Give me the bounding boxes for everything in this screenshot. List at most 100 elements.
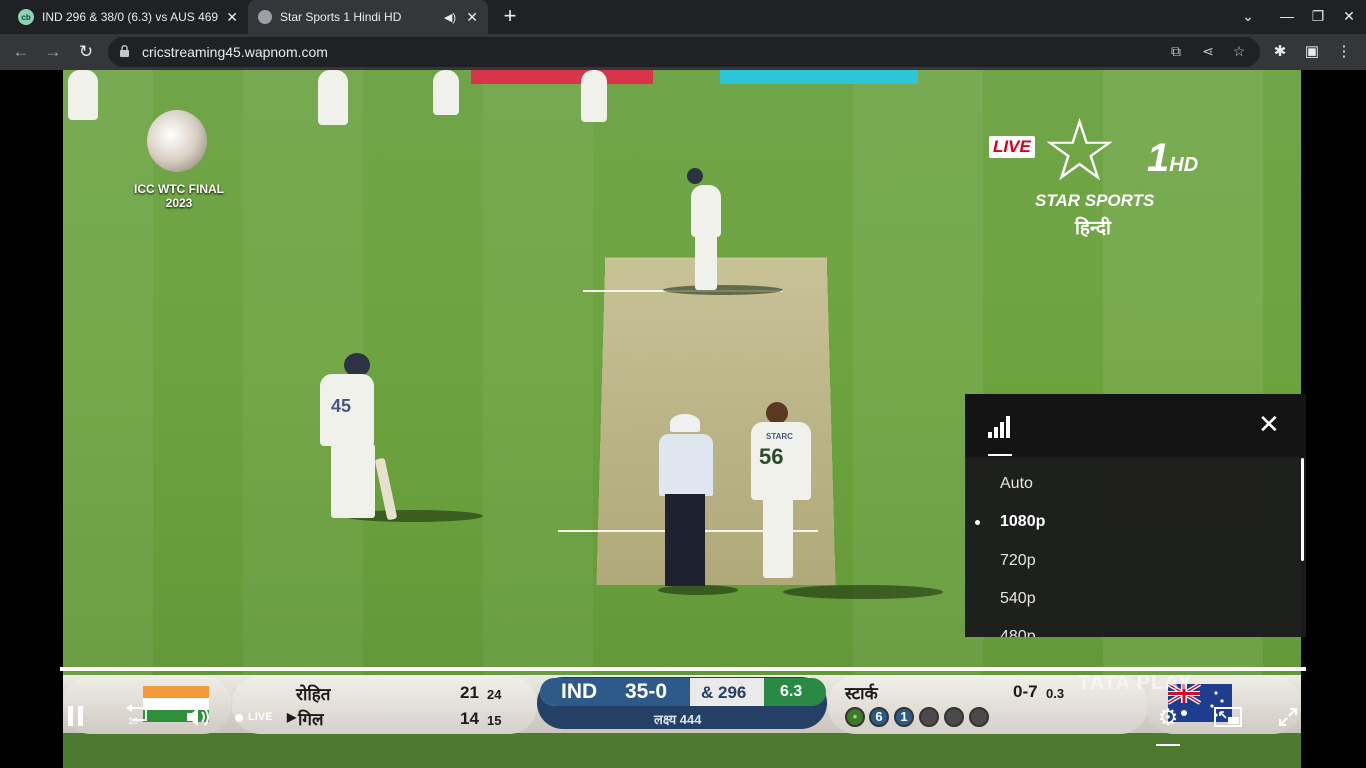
pause-button[interactable] [68, 706, 86, 728]
side-panel-icon[interactable]: ▣ [1302, 42, 1322, 60]
channel-digit: 1 [1147, 136, 1170, 180]
pause-bar [78, 706, 83, 726]
close-tab-icon[interactable]: ✕ [466, 9, 478, 26]
volume-button[interactable] [186, 706, 212, 728]
batter-helmet [687, 168, 703, 184]
grass-stripe [63, 70, 153, 768]
batter-balls: 24 [487, 687, 502, 702]
quality-option-auto[interactable]: Auto [965, 465, 1300, 503]
extensions-icon[interactable]: ✱ [1270, 42, 1290, 60]
new-tab-button[interactable]: + [498, 5, 522, 29]
rewind-seconds: 10 [128, 716, 139, 726]
channel-language: हिन्दी [1075, 218, 1111, 239]
tab-title: IND 296 & 38/0 (6.3) vs AUS 469 [42, 10, 218, 24]
volume-icon [187, 708, 209, 726]
translate-icon[interactable]: ⧉ [1167, 43, 1185, 60]
option-label: Auto [1000, 475, 1033, 492]
boundary-advert [471, 70, 653, 84]
restore-icon[interactable]: ❐ [1308, 8, 1328, 25]
grass-stripe [853, 70, 983, 768]
batter-pads [695, 232, 717, 290]
rewind-10-button[interactable]: 10 [124, 704, 152, 730]
quality-option-1080p[interactable]: 1080p [965, 503, 1300, 541]
strike-indicator-icon: ▶ [287, 710, 297, 724]
batter-name: रोहित [296, 685, 331, 704]
option-label: 540p [1000, 590, 1036, 607]
cricbuzz-favicon-icon: cb [18, 9, 34, 25]
option-label: 480p [1000, 628, 1036, 637]
player-shadow [783, 585, 943, 599]
globe-icon [258, 10, 272, 24]
live-indicator-icon [235, 714, 243, 722]
event-logo-text: ICC WTC FINAL 2023 [134, 182, 224, 210]
quality-option-540p[interactable]: 540p [965, 580, 1300, 618]
batter-runs: 14 [460, 709, 479, 728]
channel-name: STAR SPORTS [1035, 191, 1155, 210]
quality-menu: ✕ Auto 1080p 720p 540p 480p [965, 394, 1306, 637]
ball-dot: • [845, 707, 865, 727]
fielder [68, 70, 98, 120]
umpire [659, 434, 713, 496]
quality-option-720p[interactable]: 720p [965, 542, 1300, 580]
fielder [318, 70, 348, 125]
ball-six: 6 [869, 707, 889, 727]
live-label[interactable]: LIVE [248, 711, 272, 723]
minimize-icon[interactable]: — [1277, 8, 1297, 24]
fullscreen-button[interactable] [1278, 707, 1298, 727]
reload-icon[interactable]: ↻ [75, 41, 97, 63]
batter-pads [331, 444, 375, 518]
ball-empty [969, 707, 989, 727]
team-score: 35-0 [625, 680, 668, 703]
batter-balls: 15 [487, 713, 502, 728]
back-icon[interactable]: ← [10, 41, 32, 63]
tab-star-sports[interactable]: Star Sports 1 Hindi HD ◀) ✕ [248, 0, 488, 34]
bowler-overs: 0.3 [1046, 686, 1065, 701]
forward-icon[interactable]: → [42, 41, 64, 63]
bowler-head [766, 402, 788, 424]
ball-empty [919, 707, 939, 727]
browser-toolbar: ← → ↻ cricstreaming45.wapnom.com ⧉ ⋖ ☆ ✱… [0, 34, 1366, 70]
tab-underline [988, 454, 1012, 456]
bookmark-star-icon[interactable]: ☆ [1230, 43, 1248, 60]
url-text: cricstreaming45.wapnom.com [142, 44, 328, 60]
jersey-number: 45 [331, 396, 352, 416]
speaker-icon[interactable]: ◀) [444, 11, 456, 24]
tata-play-watermark: TATA PLAY [1078, 672, 1193, 694]
umpire-trousers [665, 494, 705, 586]
fielder [581, 70, 607, 122]
settings-button[interactable]: ⚙ [1156, 705, 1180, 729]
live-badge: LIVE [989, 136, 1035, 158]
quality-menu-header: ✕ [965, 394, 1306, 457]
ball-single: 1 [894, 707, 914, 727]
channel-number: 1HD [1147, 136, 1198, 181]
fielder [433, 70, 459, 115]
share-icon[interactable]: ⋖ [1199, 43, 1217, 60]
ball-empty [944, 707, 964, 727]
jersey-number: 56 [759, 444, 784, 469]
picture-in-picture-button[interactable] [1214, 707, 1242, 727]
first-innings-score: & 296 [701, 683, 747, 702]
tab-cricbuzz[interactable]: cb IND 296 & 38/0 (6.3) vs AUS 469 ✕ [8, 0, 248, 34]
option-label: 1080p [1000, 513, 1046, 530]
boundary-advert [720, 70, 918, 84]
pause-bar [68, 706, 73, 726]
close-tab-icon[interactable]: ✕ [226, 9, 238, 26]
grass-stripe [483, 70, 593, 768]
lock-icon [120, 45, 129, 57]
close-window-icon[interactable]: ✕ [1339, 8, 1359, 25]
close-icon[interactable]: ✕ [1258, 409, 1280, 439]
menu-icon[interactable]: ⋮ [1334, 42, 1354, 60]
team-code: IND [561, 680, 598, 703]
menu-scrollbar[interactable] [1301, 458, 1304, 561]
tab-search-icon[interactable]: ⌄ [1238, 8, 1258, 25]
option-label: 720p [1000, 552, 1036, 569]
bowler-legs [763, 498, 793, 578]
video-bottom-grass [63, 733, 1301, 768]
player-shadow [658, 585, 738, 595]
tab-strip: cb IND 296 & 38/0 (6.3) vs AUS 469 ✕ Sta… [0, 0, 1366, 34]
address-bar[interactable]: cricstreaming45.wapnom.com ⧉ ⋖ ☆ [108, 37, 1260, 67]
pip-icon [1214, 707, 1242, 727]
seek-bar[interactable] [60, 667, 1306, 671]
quality-option-480p[interactable]: 480p [965, 618, 1300, 637]
target: लक्ष्य 444 [654, 712, 702, 727]
